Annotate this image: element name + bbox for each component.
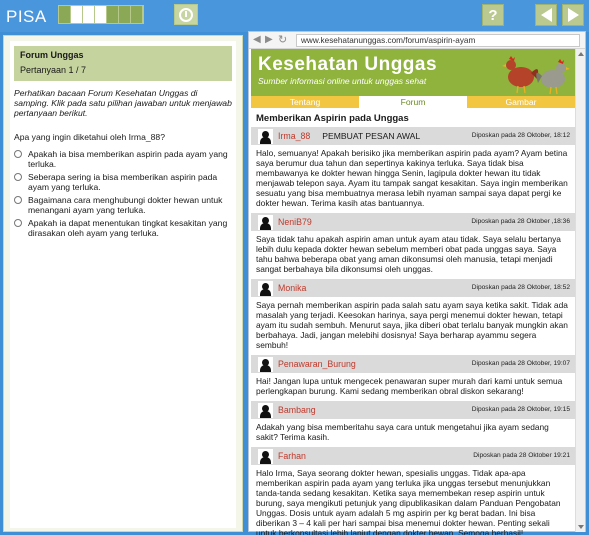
answer-option-label: Bagaimana cara menghubungi dokter hewan … — [28, 195, 223, 215]
progress-segment — [59, 6, 71, 23]
pisa-app: PISA ? Forum Unggas Pertanyaan 1 / 7 Per… — [0, 0, 589, 535]
radio-button[interactable] — [14, 173, 22, 181]
post-author: Bambang — [278, 405, 316, 415]
answer-option-label: Seberapa sering ia bisa memberikan aspir… — [28, 172, 218, 192]
user-avatar-icon — [258, 356, 273, 372]
question-mark-icon: ? — [488, 6, 498, 24]
answer-option[interactable]: Bagaimana cara menghubungi dokter hewan … — [14, 195, 232, 215]
timer-button[interactable] — [174, 4, 198, 25]
scroll-up-icon[interactable] — [578, 52, 584, 56]
progress-segment — [131, 6, 143, 23]
unit-title: Forum Unggas — [20, 50, 84, 60]
radio-button[interactable] — [14, 196, 22, 204]
site-header: Kesehatan Unggas Sumber informasi online… — [251, 49, 575, 96]
forum-post: Bambang Diposkan pada 28 Oktober, 19:15 … — [251, 401, 575, 447]
forum-post: Irma_88 PEMBUAT PESAN AWAL Diposkan pada… — [251, 127, 575, 213]
user-avatar-icon — [258, 280, 273, 296]
post-header: NeniB79 Diposkan pada 28 Oktober ,18:36 — [251, 213, 575, 231]
site-title: Kesehatan Unggas — [258, 54, 438, 75]
post-body: Adakah yang bisa memberitahu saya cara u… — [256, 422, 549, 442]
post-body: Hai! Jangan lupa untuk mengecek penawara… — [256, 376, 563, 396]
user-avatar-icon — [258, 128, 273, 144]
post-body: Halo Irma, Saya seorang dokter hewan, sp… — [256, 468, 561, 535]
forum-post: Farhan Diposkan pada 28 Oktober 19:21 Ha… — [251, 447, 575, 535]
previous-button[interactable] — [535, 4, 557, 26]
forward-arrow-icon[interactable]: ▶ — [265, 34, 273, 45]
post-date: Diposkan pada 28 Oktober 19:21 — [473, 452, 570, 459]
question-counter: Pertanyaan 1 / 7 — [20, 65, 87, 75]
site-tabs: Tentang Forum Gambar — [251, 96, 575, 108]
user-avatar-icon — [258, 214, 273, 230]
site-subtitle: Sumber informasi online untuk unggas seh… — [258, 76, 427, 86]
post-date: Diposkan pada 28 Oktober, 19:07 — [471, 360, 570, 367]
post-date: Diposkan pada 28 Oktober, 18:12 — [471, 132, 570, 139]
progress-segment — [71, 6, 83, 23]
answer-option-label: Apakah ia dapat menentukan tingkat kesak… — [28, 218, 228, 238]
progress-segment — [119, 6, 131, 23]
radio-button[interactable] — [14, 219, 22, 227]
forum-thread-title: Memberikan Aspirin pada Unggas — [256, 113, 409, 124]
post-author: Irma_88 — [278, 131, 311, 141]
answer-option[interactable]: Apakah ia dapat menentukan tingkat kesak… — [14, 218, 232, 238]
post-author: NeniB79 — [278, 217, 312, 227]
top-bar: PISA ? — [0, 0, 589, 32]
progress-segment — [95, 6, 107, 23]
unit-header: Forum Unggas Pertanyaan 1 / 7 — [14, 46, 232, 81]
post-header: Farhan Diposkan pada 28 Oktober 19:21 — [251, 447, 575, 465]
reload-icon[interactable]: ↻ — [278, 33, 287, 46]
stimulus-browser: ◀ ▶ ↻ www.kesehatanunggas.com/forum/aspi… — [248, 31, 586, 535]
progress-indicator — [58, 5, 144, 24]
progress-segment — [107, 6, 119, 23]
radio-button[interactable] — [14, 150, 22, 158]
question-panel-inner: Forum Unggas Pertanyaan 1 / 7 Perhatikan… — [10, 41, 236, 528]
tab-tentang[interactable]: Tentang — [251, 96, 359, 108]
arrow-left-icon — [540, 8, 552, 22]
pisa-logo: PISA — [6, 7, 47, 26]
forum-post: NeniB79 Diposkan pada 28 Oktober ,18:36 … — [251, 213, 575, 279]
post-body: Halo, semuanya! Apakah berisiko jika mem… — [256, 148, 568, 208]
forum-posts: Irma_88 PEMBUAT PESAN AWAL Diposkan pada… — [251, 127, 575, 535]
post-date: Diposkan pada 28 Oktober, 18:52 — [471, 284, 570, 291]
post-body: Saya tidak tahu apakah aspirin aman untu… — [256, 234, 561, 274]
help-button[interactable]: ? — [482, 4, 504, 26]
post-author: Monika — [278, 283, 307, 293]
browser-toolbar: ◀ ▶ ↻ www.kesehatanunggas.com/forum/aspi… — [249, 32, 585, 49]
post-author: Farhan — [278, 451, 306, 461]
arrow-right-icon — [567, 8, 579, 22]
post-author: Penawaran_Burung — [278, 359, 356, 369]
user-avatar-icon — [258, 448, 273, 464]
chicken-illustration — [502, 56, 570, 95]
post-header: Monika Diposkan pada 28 Oktober, 18:52 — [251, 279, 575, 297]
question-text: Apa yang ingin diketahui oleh Irma_88? — [14, 132, 165, 142]
clock-icon — [179, 7, 193, 22]
post-header: Irma_88 PEMBUAT PESAN AWAL Diposkan pada… — [251, 127, 575, 145]
answer-option[interactable]: Apakah ia bisa memberikan aspirin pada a… — [14, 149, 232, 169]
instructions-text: Perhatikan bacaan Forum Kesehatan Unggas… — [14, 88, 232, 118]
user-avatar-icon — [258, 402, 273, 418]
post-date: Diposkan pada 28 Oktober, 19:15 — [471, 406, 570, 413]
post-date: Diposkan pada 28 Oktober ,18:36 — [471, 218, 570, 225]
address-bar: www.kesehatanunggas.com/forum/aspirin-ay… — [296, 34, 580, 47]
post-header: Penawaran_Burung Diposkan pada 28 Oktobe… — [251, 355, 575, 373]
answer-options: Apakah ia bisa memberikan aspirin pada a… — [14, 149, 232, 241]
post-header: Bambang Diposkan pada 28 Oktober, 19:15 — [251, 401, 575, 419]
progress-segment — [83, 6, 95, 23]
back-arrow-icon[interactable]: ◀ — [253, 34, 261, 45]
post-body: Saya pernah memberikan aspirin pada sala… — [256, 300, 568, 350]
tab-gambar[interactable]: Gambar — [467, 96, 575, 108]
page-scrollbar[interactable] — [575, 49, 585, 532]
forum-post: Penawaran_Burung Diposkan pada 28 Oktobe… — [251, 355, 575, 401]
answer-option-label: Apakah ia bisa memberikan aspirin pada a… — [28, 149, 228, 169]
next-button[interactable] — [562, 4, 584, 26]
post-subject: PEMBUAT PESAN AWAL — [322, 131, 421, 141]
answer-option[interactable]: Seberapa sering ia bisa memberikan aspir… — [14, 172, 232, 192]
forum-post: Monika Diposkan pada 28 Oktober, 18:52 S… — [251, 279, 575, 355]
scroll-down-icon[interactable] — [578, 525, 584, 529]
question-panel: Forum Unggas Pertanyaan 1 / 7 Perhatikan… — [3, 35, 243, 532]
tab-forum[interactable]: Forum — [359, 96, 467, 108]
